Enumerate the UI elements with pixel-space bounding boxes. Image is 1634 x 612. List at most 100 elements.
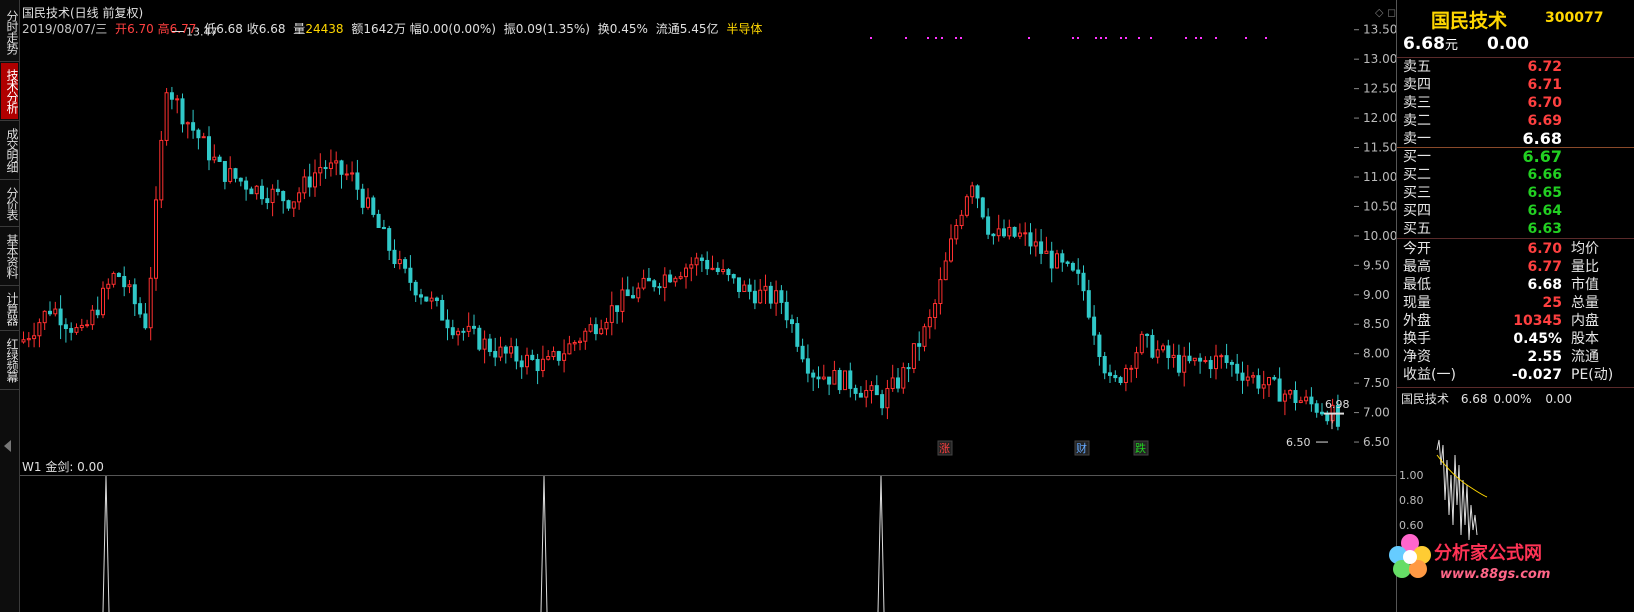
candle [652,278,657,292]
candle [429,291,434,310]
candle [37,318,42,348]
buy-level-row: 买四 6.64 [1397,202,1634,220]
signal-dot [1105,37,1107,39]
candle [281,190,286,214]
sell-level-label: 卖二 [1403,113,1431,129]
candle [1288,389,1293,399]
candle [1155,340,1160,364]
candle [684,263,688,289]
candle [954,219,959,245]
indicator-chart[interactable] [20,476,1396,612]
candle [1208,356,1213,379]
candle [42,310,47,331]
signal-dot [1185,37,1187,39]
candle [482,330,487,364]
high-marker-label: 13.47 [186,25,218,38]
tab-technical-analysis[interactable]: 技术分析 [1,63,19,119]
candle [1023,222,1028,246]
tab-price-table[interactable]: 分价表 [1,181,19,225]
signal-dot [1138,37,1140,39]
event-marker[interactable]: 跌 [1133,440,1149,456]
candle [286,199,291,211]
tab-trade-details[interactable]: 成交明细 [1,122,19,178]
candle [975,184,980,209]
tab-red-green-screen[interactable]: 红绿频幕 [1,332,19,388]
candle [366,188,370,210]
signal-dot [1120,37,1122,39]
candle [832,360,837,385]
signal-dot [1195,37,1197,39]
tab-time-trend[interactable]: 分时走势 [1,4,19,60]
candle [737,277,741,299]
stat-row: 换手 0.45% 股本 [1397,330,1634,348]
sell-level-label: 卖五 [1403,59,1431,75]
candle [466,312,471,338]
price-axis-label: 11.50 [1363,141,1396,155]
candle [392,239,397,269]
candle [562,339,567,373]
candle [1198,353,1203,374]
collapse-arrow-icon[interactable] [4,440,11,452]
sell-level-value: 6.70 [1527,95,1562,111]
candle [419,288,423,305]
candle [127,280,132,294]
candle [498,336,503,362]
candle [228,156,233,184]
candle [254,185,259,200]
tab-calculator[interactable]: 计算器 [1,287,19,329]
candle [58,295,63,340]
candlestick-chart[interactable]: 13.50 13.00 12.50 12.00 11.50 11.00 10.50 10.00… [20,0,1396,475]
sell-level-value: 6.68 [1522,129,1562,148]
candle [175,94,180,114]
signal-dot [1125,37,1127,39]
candle [1060,249,1065,272]
candle [800,338,805,363]
candle [1251,371,1256,384]
candle [180,93,185,133]
candle [270,184,275,217]
stat-value: 0.45% [1513,331,1562,347]
candle [1150,329,1155,359]
candle [1129,364,1134,383]
candle [1267,377,1271,397]
candle [1320,403,1324,416]
stat-label: 净资 [1403,349,1431,365]
candle [334,151,339,176]
event-marker[interactable]: 财 [1074,440,1090,456]
candle [122,266,127,297]
candle [609,291,614,336]
candle [535,353,540,385]
candle [90,305,95,330]
stat-label2: 市值 [1571,277,1599,293]
buy-level-label: 买一 [1403,149,1431,165]
candle [768,281,773,309]
event-marker[interactable]: 涨 [937,440,953,456]
signal-dot [1100,37,1102,39]
stat-row: 现量 25 总量 [1397,294,1634,312]
signal-dot [941,37,943,39]
stat-row: 收益(一) -0.027 PE(动) [1397,366,1634,384]
candle [790,314,794,333]
candle [233,167,238,183]
candle [991,233,996,245]
candle [1007,219,1012,240]
candle [212,144,217,164]
buy-level-value: 6.63 [1527,221,1562,237]
signal-dot [1150,37,1152,39]
candle [1240,361,1245,394]
stat-label2: PE(动) [1571,367,1614,383]
price-axis-label: 11.00 [1363,170,1396,184]
candle [1028,223,1033,255]
price-axis-label: 9.00 [1363,288,1390,302]
buy-level-value: 6.66 [1527,167,1562,183]
stat-row: 外盘 10345 内盘 [1397,312,1634,330]
tab-basic-info[interactable]: 基本资料 [1,228,19,284]
stat-value: 6.70 [1527,241,1562,257]
candle [933,299,938,330]
candle [546,350,551,361]
candle [583,328,588,350]
candle [710,255,715,271]
candle [530,349,535,361]
candle [519,355,524,379]
candle [980,196,985,220]
